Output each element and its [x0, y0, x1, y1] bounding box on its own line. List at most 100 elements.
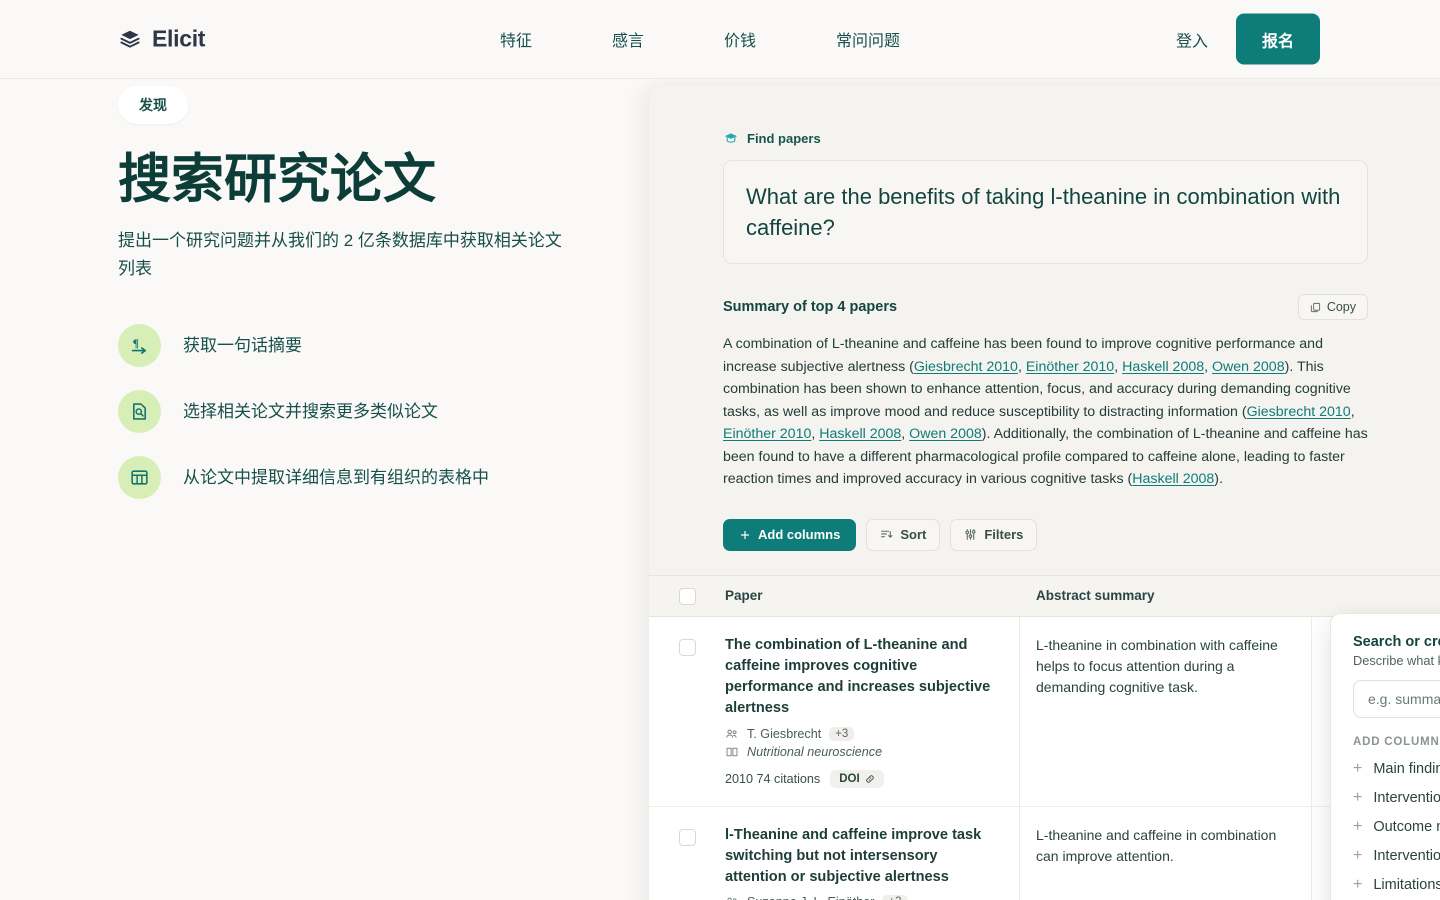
summary-paragraph: A combination of L-theanine and caffeine…: [723, 336, 1368, 488]
paper-authors: T. Giesbrecht +3: [725, 726, 997, 741]
graduation-cap-icon: [723, 130, 739, 146]
copy-label: Copy: [1326, 300, 1356, 315]
top-navigation-bar: Elicit 特征 感言 价钱 常问问题 登入 报名: [0, 0, 1440, 79]
copy-icon: [1310, 302, 1321, 313]
paper-citations: 74 citations: [756, 771, 821, 786]
popup-item-label: Main findings: [1373, 761, 1440, 777]
signup-button[interactable]: 报名: [1235, 13, 1320, 65]
find-papers-text: Find papers: [747, 130, 821, 146]
nav-link-pricing[interactable]: 价钱: [724, 19, 756, 59]
popup-item-intervention-dose[interactable]: + Intervention dose: [1353, 847, 1440, 865]
popup-section-label: ADD COLUMNS: [1353, 736, 1440, 748]
paper-title[interactable]: l-Theanine and caffeine improve task swi…: [725, 825, 997, 888]
book-icon: [725, 745, 739, 759]
app-preview-card: Find papers What are the benefits of tak…: [649, 86, 1440, 900]
table-grid-icon: [118, 456, 161, 500]
row-select-cell: [649, 807, 725, 900]
popup-item-outcome-measured[interactable]: + Outcome measured: [1353, 818, 1440, 836]
paper-authors: Suzanne J. L. Einöther +3: [725, 895, 997, 900]
papers-table: Paper Abstract summary The combination o…: [649, 575, 1440, 900]
nav-link-testimonials[interactable]: 感言: [612, 19, 644, 59]
page-title: 搜索研究论文: [118, 150, 436, 209]
sort-label: Sort: [900, 527, 927, 543]
paper-year-citations: 2010 74 citations: [725, 772, 820, 786]
brand-name: Elicit: [152, 25, 206, 52]
select-all-checkbox[interactable]: [678, 587, 696, 605]
feature-label-summary: 获取一句话摘要: [183, 336, 302, 356]
abstract-summary-cell: L-theanine and caffeine in combination c…: [1020, 806, 1312, 900]
search-query-text: What are the benefits of taking l-theani…: [746, 184, 1341, 241]
page-subtitle: 提出一个研究问题并从我们的 2 亿条数据库中获取相关论文列表: [118, 231, 562, 278]
nav-link-features[interactable]: 特征: [500, 19, 532, 59]
doi-badge[interactable]: DOI: [830, 769, 884, 788]
summary-title: Summary of top 4 papers: [723, 299, 898, 316]
popup-subtitle: Describe what kind of information you wa…: [1353, 653, 1440, 668]
popup-item-limitations[interactable]: + Limitations: [1353, 876, 1440, 894]
popup-item-label: Intervention dose: [1373, 848, 1440, 864]
popup-item-label: Limitations: [1373, 877, 1440, 893]
feature-label-extract-table: 从论文中提取详细信息到有组织的表格中: [183, 468, 489, 488]
feature-item-extract-table: 从论文中提取详细信息到有组织的表格中: [118, 456, 638, 500]
popup-item-main-findings[interactable]: + Main findings: [1353, 761, 1440, 778]
table-header-row: Paper Abstract summary: [649, 575, 1440, 617]
filters-label: Filters: [984, 527, 1024, 543]
copy-button[interactable]: Copy: [1297, 294, 1368, 321]
paper-year: 2010: [725, 771, 757, 786]
books-stack-icon: [118, 27, 142, 51]
paragraph-arrow-icon: ¶: [118, 324, 161, 368]
table-row: The combination of L-theanine and caffei…: [649, 617, 1440, 807]
table-toolbar: Add columns Sort Filters: [723, 518, 1440, 551]
document-search-icon: [118, 390, 161, 434]
search-query-box[interactable]: What are the benefits of taking l-theani…: [723, 160, 1368, 265]
abstract-summary-cell: L-theanine in combination with caffeine …: [1020, 617, 1312, 806]
nav-actions: 登入 报名: [1162, 13, 1320, 65]
sort-button[interactable]: Sort: [866, 518, 941, 551]
popup-item-intervention[interactable]: + Intervention: [1353, 789, 1440, 807]
row-checkbox[interactable]: [678, 639, 696, 656]
paper-title[interactable]: The combination of L-theanine and caffei…: [725, 635, 997, 720]
plus-icon: +: [1353, 789, 1363, 806]
hero-section: 发现 搜索研究论文 提出一个研究问题并从我们的 2 亿条数据库中获取相关论文列表…: [118, 86, 638, 522]
feature-label-similar-papers: 选择相关论文并搜索更多类似论文: [183, 402, 438, 422]
paper-cell: l-Theanine and caffeine improve task swi…: [725, 806, 1020, 900]
paper-journal: Nutritional neuroscience: [725, 745, 997, 759]
svg-text:¶: ¶: [132, 336, 138, 350]
authors-name: Suzanne J. L. Einöther: [747, 895, 874, 900]
doi-label: DOI: [839, 772, 860, 785]
row-checkbox[interactable]: [678, 828, 696, 846]
add-columns-label: Add columns: [758, 527, 841, 543]
popup-title: Search or create a column: [1353, 634, 1440, 650]
sort-icon: [880, 528, 893, 541]
add-columns-button[interactable]: Add columns: [723, 518, 857, 551]
authors-icon: [725, 895, 739, 900]
popup-item-label: Outcome measured: [1373, 819, 1440, 835]
paper-cell: The combination of L-theanine and caffei…: [725, 617, 1020, 806]
feature-item-summary: ¶ 获取一句话摘要: [118, 324, 638, 368]
abstract-summary-text: L-theanine in combination with caffeine …: [1036, 637, 1278, 695]
filters-icon: [964, 528, 977, 541]
column-header-paper[interactable]: Paper: [725, 587, 1020, 605]
popup-item-label: Intervention: [1373, 790, 1440, 806]
authors-more-badge[interactable]: +3: [882, 895, 908, 900]
find-papers-mode-label: Find papers: [723, 130, 1440, 146]
plus-icon: [739, 529, 751, 541]
brand-logo-link[interactable]: Elicit: [118, 26, 205, 53]
discover-badge: 发现: [118, 86, 188, 124]
column-search-input[interactable]: e.g. summarize the methods: [1353, 680, 1440, 718]
login-link[interactable]: 登入: [1162, 19, 1222, 59]
column-header-abstract-summary[interactable]: Abstract summary: [1020, 587, 1312, 605]
row-select-cell: [649, 617, 725, 806]
feature-list: ¶ 获取一句话摘要 选择相关论文并搜索更多类似论文 从论文中提取详细信息到有组织…: [118, 324, 638, 500]
nav-link-faq[interactable]: 常问问题: [836, 19, 900, 59]
plus-icon: +: [1353, 847, 1363, 864]
filters-button[interactable]: Filters: [950, 518, 1038, 551]
summary-header: Summary of top 4 papers Copy: [723, 294, 1368, 321]
app-card-content: Find papers What are the benefits of tak…: [649, 86, 1440, 551]
plus-icon: +: [1353, 818, 1363, 835]
link-icon: [865, 774, 875, 784]
journal-name: Nutritional neuroscience: [747, 744, 883, 759]
authors-more-badge[interactable]: +3: [829, 726, 855, 741]
add-columns-popup: Search or create a column Describe what …: [1330, 613, 1440, 900]
authors-icon: [725, 727, 739, 741]
plus-icon: +: [1353, 876, 1363, 893]
